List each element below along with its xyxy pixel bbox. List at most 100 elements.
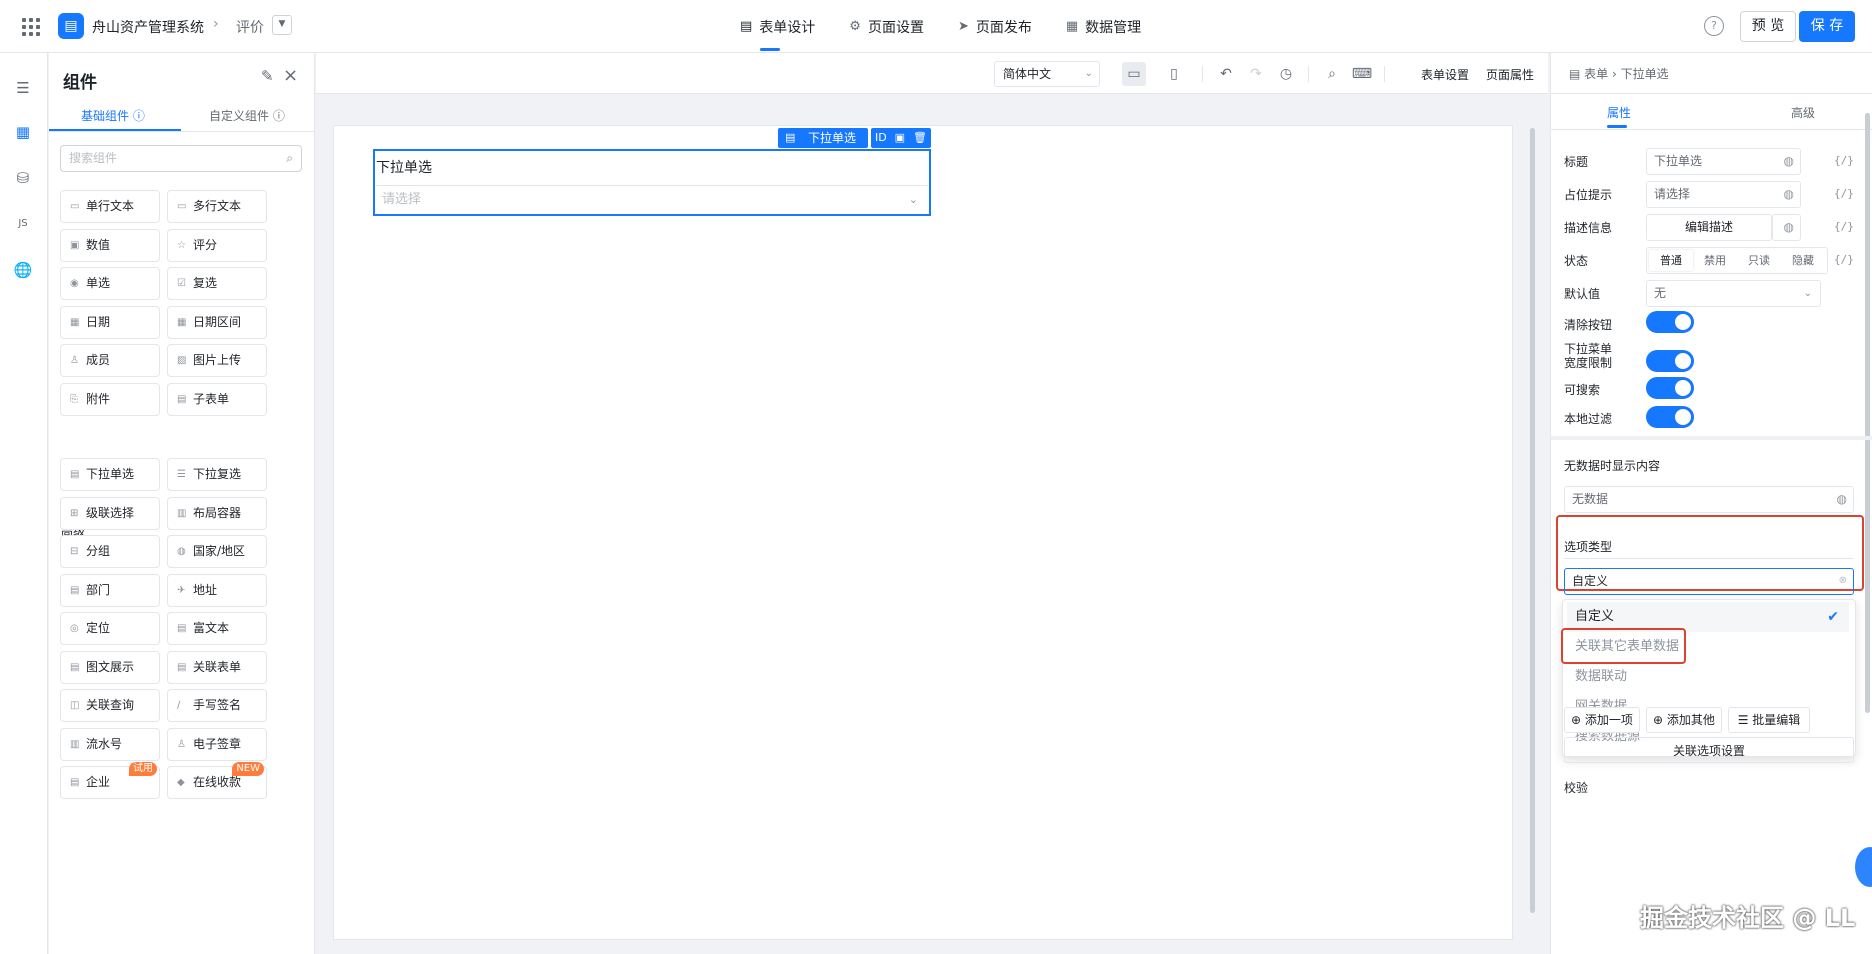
page-props-link[interactable]: 页面属性 (1486, 66, 1534, 83)
component-attachment[interactable]: ⎘ 附件 (60, 382, 160, 416)
state-normal[interactable]: 普通 (1649, 250, 1693, 271)
canvas-scrollbar[interactable] (1530, 128, 1535, 913)
component-online-payment[interactable]: ◆ 在线收款 NEW (167, 762, 267, 799)
globe-icon[interactable]: ◍ (1784, 149, 1794, 174)
component-image-text[interactable]: ▤ 图文展示 (60, 650, 160, 684)
variable-binding-icon[interactable]: {/} (1834, 154, 1854, 167)
variable-binding-icon[interactable]: {/} (1834, 187, 1854, 200)
clear-icon[interactable]: ⊗ (1839, 569, 1847, 593)
breadcrumb-form[interactable]: 表单 (1584, 67, 1608, 81)
form-page[interactable] (333, 125, 1513, 940)
component-e-seal[interactable]: ♙ 电子签章 (167, 727, 267, 761)
state-readonly[interactable]: 只读 (1737, 250, 1781, 271)
globe-icon[interactable]: ◍ (1784, 182, 1794, 207)
tab-page-publish[interactable]: ➤ 页面发布 (946, 0, 1044, 53)
component-group[interactable]: ⊟ 分组 (60, 535, 160, 568)
components-icon[interactable]: ▦ (12, 121, 34, 143)
add-other-button[interactable]: ⊕ 添加其他 (1646, 707, 1722, 733)
variable-binding-icon[interactable]: {/} (1834, 220, 1854, 233)
component-enterprise[interactable]: ▤ 企业 试用 (60, 762, 160, 799)
breadcrumb-current[interactable]: 评价 (236, 17, 264, 37)
component-member[interactable]: ♙ 成员 (60, 344, 160, 377)
default-value-select[interactable]: 无 ⌄ (1646, 280, 1821, 307)
app-grid-icon[interactable] (22, 18, 40, 36)
tab-custom-components[interactable]: 自定义组件 ⓘ (209, 107, 285, 124)
component-image-upload[interactable]: ▨ 图片上传 (167, 344, 267, 377)
component-radio[interactable]: ◉ 单选 (60, 267, 160, 300)
desktop-icon[interactable]: ▭ (1122, 62, 1146, 86)
component-layout-container[interactable]: ▥ 布局容器 (167, 496, 267, 530)
state-disabled[interactable]: 禁用 (1693, 250, 1737, 271)
tab-page-settings[interactable]: ⚙ 页面设置 (837, 0, 936, 53)
copy-icon[interactable]: ▣ (895, 128, 905, 148)
history-icon[interactable]: ◷ (1274, 62, 1298, 86)
component-rating[interactable]: ☆ 评分 (167, 228, 267, 262)
component-number[interactable]: ▣ 数值 (60, 228, 160, 262)
component-date-range[interactable]: ▦ 日期区间 (167, 305, 267, 339)
component-serial-number[interactable]: ▥ 流水号 (60, 727, 160, 761)
state-hidden[interactable]: 隐藏 (1781, 250, 1825, 271)
title-input[interactable]: 下拉单选 ◍ (1646, 148, 1801, 175)
component-multi-text[interactable]: ▭ 多行文本 (167, 190, 267, 223)
component-address[interactable]: ✈ 地址 (167, 573, 267, 607)
component-search-input[interactable]: 搜索组件 ⌕ (60, 145, 302, 172)
component-cascade[interactable]: ⊞ 级联选择 (60, 496, 160, 530)
clear-button-toggle[interactable] (1646, 311, 1694, 333)
tab-properties[interactable]: 属性 (1607, 104, 1631, 121)
component-select-single[interactable]: ▤ 下拉单选 (60, 458, 160, 491)
database-icon[interactable]: ⛁ (12, 167, 34, 189)
help-icon[interactable]: ? (1704, 16, 1724, 36)
component-subform[interactable]: ▤ 子表单 (167, 382, 267, 416)
mobile-icon[interactable]: ▯ (1162, 62, 1186, 86)
local-filter-toggle[interactable] (1646, 406, 1694, 428)
app-name[interactable]: 舟山资产管理系统 (92, 17, 204, 37)
caret-down-icon[interactable]: ▼ (272, 15, 292, 35)
component-department[interactable]: ▤ 部门 (60, 573, 160, 607)
tab-basic-components[interactable]: 基础组件 ⓘ (81, 107, 145, 124)
component-country-region[interactable]: ◍ 国家/地区 (167, 535, 267, 568)
searchable-toggle[interactable] (1646, 377, 1694, 399)
batch-edit-button[interactable]: ☰ 批量编辑 (1728, 707, 1810, 733)
delete-icon[interactable]: 🗑 (913, 128, 927, 148)
js-icon[interactable]: JS (12, 213, 34, 235)
variable-binding-icon[interactable]: {/} (1834, 253, 1854, 266)
language-select[interactable]: 简体中文 ⌄ (994, 61, 1100, 87)
undo-icon[interactable]: ↶ (1214, 62, 1238, 86)
nodata-input[interactable]: 无数据 ◍ (1564, 486, 1854, 513)
component-related-form[interactable]: ▤ 关联表单 (167, 650, 267, 684)
related-option-settings-button[interactable]: 关联选项设置 (1564, 737, 1854, 763)
component-related-query[interactable]: ◫ 关联查询 (60, 689, 160, 722)
globe-icon[interactable]: ◍ (1837, 487, 1847, 512)
option-data-linkage[interactable]: 数据联动 (1567, 662, 1849, 692)
field-select[interactable]: 请选择 ⌄ (376, 185, 928, 213)
redo-icon[interactable]: ↷ (1244, 62, 1268, 86)
tab-form-design[interactable]: ▤ 表单设计 (728, 0, 827, 53)
component-date[interactable]: ▦ 日期 (60, 305, 160, 339)
search-icon[interactable]: ⌕ (1320, 62, 1344, 86)
tab-data-management[interactable]: ▦ 数据管理 (1054, 0, 1153, 53)
selected-component-tag[interactable]: ▤ 下拉单选 (778, 128, 868, 148)
panel-scrollbar[interactable] (1865, 113, 1870, 713)
dropdown-field[interactable]: 下拉单选 请选择 ⌄ (373, 149, 931, 216)
component-location[interactable]: ◎ 定位 (60, 612, 160, 645)
id-button[interactable]: ID (875, 128, 887, 148)
form-settings-link[interactable]: 表单设置 (1421, 66, 1469, 83)
edit-description-button[interactable]: 编辑描述 (1646, 214, 1772, 241)
component-signature[interactable]: ∕ 手写签名 (167, 689, 267, 722)
component-rich-text[interactable]: ▤ 富文本 (167, 612, 267, 645)
save-button[interactable]: 保 存 (1799, 11, 1855, 42)
desc-globe-button[interactable]: ◍ (1772, 214, 1801, 241)
close-icon[interactable]: × (283, 65, 298, 86)
component-checkbox[interactable]: ☑ 复选 (167, 267, 267, 300)
width-limit-toggle[interactable] (1646, 350, 1694, 372)
add-one-button[interactable]: ⊕ 添加一项 (1564, 707, 1640, 733)
tab-advanced[interactable]: 高级 (1791, 104, 1815, 121)
pin-icon[interactable]: ✎ (261, 67, 274, 85)
outline-icon[interactable]: ☰ (12, 77, 34, 99)
preview-button[interactable]: 预 览 (1740, 11, 1796, 42)
keyboard-icon[interactable]: ⌨ (1350, 62, 1374, 86)
component-single-text[interactable]: ▭ 单行文本 (60, 190, 160, 223)
component-select-multi[interactable]: ☰ 下拉复选 (167, 458, 267, 491)
option-type-select[interactable]: 自定义 ⊗ (1564, 568, 1854, 595)
globe-icon[interactable]: 🌐 (12, 259, 34, 281)
